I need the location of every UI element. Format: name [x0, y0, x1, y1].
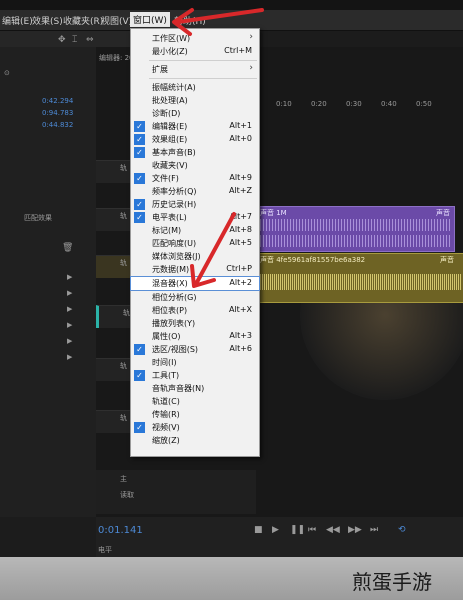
waveform	[260, 219, 452, 231]
menu-separator	[149, 78, 257, 79]
effects-label: 匹配效果	[24, 214, 52, 222]
menu-item-essential-sound[interactable]: ✓ 基本声音(B)	[131, 146, 259, 159]
editor-tab[interactable]: 编辑器: 20	[99, 53, 134, 63]
menu-item-properties[interactable]: 属性(O) Alt+3	[131, 330, 259, 343]
watermark-text: 煎蛋手游	[352, 570, 432, 594]
ruler-mark: 0:50	[416, 100, 432, 108]
clip-name: 声音 1M	[260, 209, 287, 217]
stop-icon[interactable]: ■	[254, 525, 263, 535]
slip-tool-icon[interactable]: ⇔	[86, 35, 94, 45]
current-time: 0:01.141	[98, 525, 143, 536]
waveform	[260, 235, 452, 247]
ruler-mark: 0:10	[276, 100, 292, 108]
menu-edit[interactable]: 编辑(E)	[2, 14, 33, 27]
fast-forward-icon[interactable]: ▶▶	[348, 525, 362, 535]
master-label: 主	[120, 475, 127, 483]
go-start-icon[interactable]: ⏮	[308, 525, 316, 535]
pause-icon[interactable]: ❚❚	[290, 525, 305, 535]
red-arrow-icon	[190, 212, 236, 288]
play-icon[interactable]: ▶	[272, 525, 279, 535]
expand-arrow-icon[interactable]: ▶	[67, 353, 72, 361]
clip-name: 声音 4fe5961af81557be6a382	[260, 256, 366, 264]
menu-item-minimize[interactable]: 最小化(Z) Ctrl+M	[131, 45, 259, 58]
menu-item-zoom[interactable]: 缩放(Z)	[131, 434, 259, 447]
menu-item-tools[interactable]: ✓ 工具(T)	[131, 369, 259, 382]
menu-item-track-sound[interactable]: 音轨声音器(N)	[131, 382, 259, 395]
red-arrow-icon	[172, 8, 264, 36]
menu-item-favorites[interactable]: 收藏夹(V)	[131, 159, 259, 172]
menu-effects[interactable]: 效果(S)	[32, 14, 63, 27]
expand-arrow-icon[interactable]: ▶	[67, 305, 72, 313]
menu-item-frequency-analysis[interactable]: 频率分析(Q) Alt+Z	[131, 185, 259, 198]
go-end-icon[interactable]: ⏭	[370, 525, 378, 535]
ruler-mark: 0:30	[346, 100, 362, 108]
clip-tag: 声音	[440, 256, 454, 264]
checkmark-icon: ✓	[134, 422, 145, 433]
submenu-arrow-icon: ›	[249, 63, 253, 73]
checkmark-icon: ✓	[134, 199, 145, 210]
checkmark-icon: ✓	[134, 344, 145, 355]
track-header[interactable]: 轨	[96, 358, 132, 381]
toolbar: ✥ ⌶ ⇔	[0, 31, 130, 47]
rewind-icon[interactable]: ◀◀	[326, 525, 340, 535]
menu-view[interactable]: 视图(V)	[101, 14, 132, 27]
menu-favorites[interactable]: 收藏夹(R)	[63, 14, 103, 27]
checkmark-icon: ✓	[134, 212, 145, 223]
menu-item-editor[interactable]: ✓ 编辑器(E) Alt+1	[131, 120, 259, 133]
time-value-1: 0:42.294	[42, 97, 74, 105]
checkmark-icon: ✓	[134, 121, 145, 132]
audio-clip-yellow[interactable]: 声音 4fe5961af81557be6a382 声音	[257, 253, 463, 303]
menu-item-batch[interactable]: 批处理(A)	[131, 94, 259, 107]
track-header[interactable]: 轨	[96, 255, 132, 278]
menu-item-files[interactable]: ✓ 文件(F) Alt+9	[131, 172, 259, 185]
checkmark-icon: ✓	[134, 147, 145, 158]
clip-tag: 声音	[436, 209, 450, 217]
master-track-area: 主 读取	[96, 470, 256, 514]
menu-item-transport[interactable]: 传输(R)	[131, 408, 259, 421]
waveform	[260, 274, 462, 290]
expand-arrow-icon[interactable]: ▶	[67, 321, 72, 329]
menu-item-effects-rack[interactable]: ✓ 效果组(E) Alt+0	[131, 133, 259, 146]
checkmark-icon: ✓	[134, 370, 145, 381]
menu-item-phase-meter[interactable]: 相位表(P) Alt+X	[131, 304, 259, 317]
ruler-mark: 0:40	[381, 100, 397, 108]
time-value-2: 0:94.783	[42, 109, 74, 117]
menu-item-amplitude-stats[interactable]: 振幅统计(A)	[131, 81, 259, 94]
menu-item-time[interactable]: 时间(I)	[131, 356, 259, 369]
menu-item-tracks[interactable]: 轨道(C)	[131, 395, 259, 408]
checkmark-icon: ✓	[134, 173, 145, 184]
menu-item-selection-view[interactable]: ✓ 选区/视图(S) Alt+6	[131, 343, 259, 356]
track-header[interactable]: 轨	[96, 410, 132, 433]
read-label: 读取	[120, 491, 134, 499]
expand-arrow-icon[interactable]: ▶	[67, 337, 72, 345]
transport-bar: 0:01.141 电平 ■ ▶ ❚❚ ⏮ ◀◀ ▶▶ ⏭ ⟲	[96, 517, 463, 557]
ruler-mark: 0:20	[311, 100, 327, 108]
levels-label: 电平	[98, 546, 112, 554]
track-header[interactable]: 轨	[96, 208, 132, 231]
menu-item-video[interactable]: ✓ 视频(V)	[131, 421, 259, 434]
expand-arrow-icon[interactable]: ▶	[67, 289, 72, 297]
track-header[interactable]: 轨	[96, 160, 132, 183]
menu-item-diagnostics[interactable]: 诊断(D)	[131, 107, 259, 120]
menu-item-extensions[interactable]: 扩展 ›	[131, 63, 259, 76]
loop-icon[interactable]: ⟲	[398, 525, 406, 535]
left-panel: ⊙ 0:42.294 0:94.783 0:44.832 匹配效果 🗑 ▶ ▶ …	[0, 47, 98, 517]
checkmark-icon: ✓	[134, 134, 145, 145]
delete-icon[interactable]: 🗑	[62, 243, 73, 253]
audio-clip-purple[interactable]: 声音 1M 声音	[257, 206, 455, 252]
expand-arrow-icon[interactable]: ▶	[67, 273, 72, 281]
menu-item-playlist[interactable]: 播放列表(Y)	[131, 317, 259, 330]
move-tool-icon[interactable]: ✥	[58, 35, 66, 45]
time-value-3: 0:44.832	[42, 121, 74, 129]
panel-marker: ⊙	[4, 69, 10, 77]
time-select-icon[interactable]: ⌶	[72, 35, 77, 45]
menu-separator	[149, 60, 257, 61]
